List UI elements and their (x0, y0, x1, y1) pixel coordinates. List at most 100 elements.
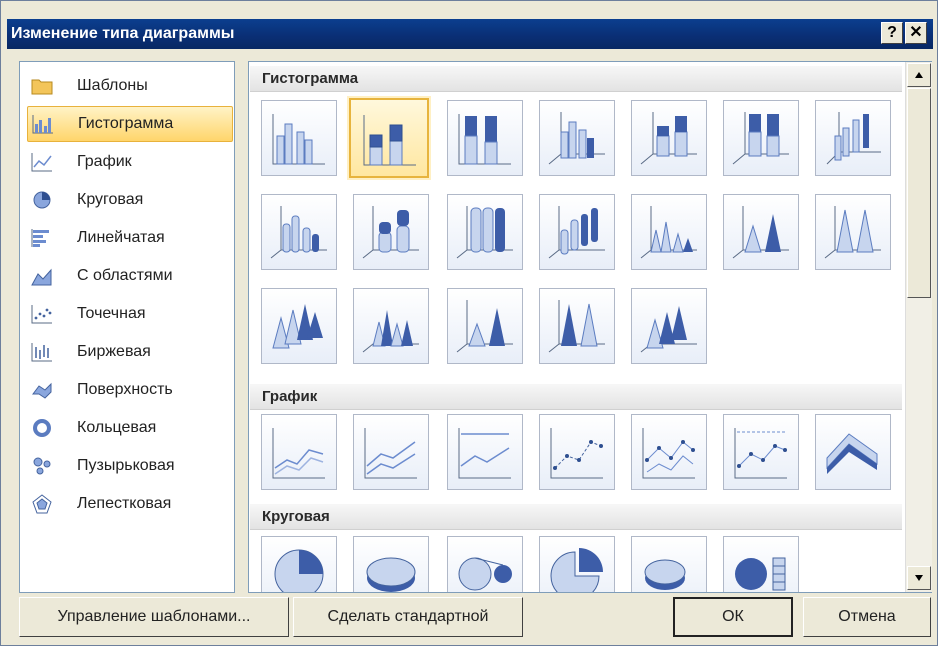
stacked-column-thumb[interactable] (349, 98, 429, 178)
stacked-cone-icon (732, 206, 789, 259)
percent-stacked-line-markers-thumb[interactable] (723, 414, 799, 490)
stacked-cone-thumb[interactable] (723, 194, 799, 270)
gallery-scrollbar[interactable] (905, 62, 932, 592)
3d-stacked-column-icon (640, 112, 697, 165)
category-label: Шаблоны (77, 77, 148, 94)
manage-templates-button[interactable]: Управление шаблонами... (19, 597, 289, 637)
category-bar[interactable]: Линейчатая (27, 220, 233, 256)
stacked-cylinder-thumb[interactable] (353, 194, 429, 270)
stacked-pyramid-thumb[interactable] (447, 288, 523, 364)
change-chart-type-dialog: Изменение типа диаграммы ? ✕ Шаблоны Гис… (0, 0, 938, 646)
clustered-pyramid-thumb[interactable] (353, 288, 429, 364)
line-markers-thumb[interactable] (539, 414, 615, 490)
percent-stacked-cylinder-icon (456, 206, 513, 259)
help-button[interactable]: ? (881, 22, 903, 44)
stacked-line-thumb[interactable] (353, 414, 429, 490)
3d-percent-stacked-column-thumb[interactable] (723, 100, 799, 176)
pie-thumb[interactable] (261, 536, 337, 592)
3d-pie-icon (366, 557, 416, 592)
3d-pyramid-thumb[interactable] (631, 288, 707, 364)
percent-stacked-column-thumb[interactable] (447, 100, 523, 176)
pie-icon (274, 549, 324, 592)
section-header-column: Гистограмма (250, 66, 902, 92)
percent-stacked-cone-thumb[interactable] (815, 194, 891, 270)
category-line[interactable]: График (27, 144, 233, 180)
category-label: Точечная (77, 305, 146, 322)
close-button[interactable]: ✕ (905, 22, 927, 44)
cancel-button[interactable]: Отмена (803, 597, 931, 637)
surface-chart-icon (31, 380, 53, 400)
category-label: Биржевая (77, 343, 151, 360)
scatter-chart-icon (31, 304, 53, 324)
category-templates[interactable]: Шаблоны (27, 68, 233, 104)
scroll-down-arrow-icon (915, 575, 923, 581)
category-scatter[interactable]: Точечная (27, 296, 233, 332)
exploded-pie-thumb[interactable] (539, 536, 615, 592)
exploded-3d-pie-thumb[interactable] (631, 536, 707, 592)
stacked-line-markers-thumb[interactable] (631, 414, 707, 490)
percent-stacked-line-thumb[interactable] (447, 414, 523, 490)
category-column[interactable]: Гистограмма (27, 106, 233, 142)
percent-stacked-column-icon (458, 114, 511, 165)
category-doughnut[interactable]: Кольцевая (27, 410, 233, 446)
percent-stacked-pyramid-thumb[interactable] (539, 288, 615, 364)
pie-of-pie-icon (458, 557, 512, 591)
category-radar[interactable]: Лепестковая (27, 486, 233, 522)
stock-chart-icon (31, 342, 53, 362)
folder-icon (31, 76, 53, 96)
stacked-pyramid-icon (456, 300, 513, 353)
3d-percent-stacked-column-icon (732, 112, 789, 165)
category-surface[interactable]: Поверхность (27, 372, 233, 408)
3d-cylinder-icon (548, 206, 605, 259)
category-label: Гистограмма (78, 115, 174, 132)
section-header-pie: Круговая (250, 504, 902, 530)
category-area[interactable]: С областями (27, 258, 233, 294)
section-header-line: График (250, 384, 902, 410)
percent-stacked-line-markers-icon (734, 428, 787, 479)
bar-chart-icon (31, 228, 53, 248)
stacked-line-icon (364, 428, 417, 479)
exploded-pie-icon (550, 548, 603, 592)
3d-line-thumb[interactable] (815, 414, 891, 490)
category-label: Кольцевая (77, 419, 157, 436)
category-bubble[interactable]: Пузырьковая (27, 448, 233, 484)
clustered-cylinder-icon (270, 206, 327, 259)
percent-stacked-line-icon (458, 428, 511, 479)
clustered-column-thumb[interactable] (261, 100, 337, 176)
radar-chart-icon (31, 494, 53, 514)
3d-clustered-column-thumb[interactable] (539, 100, 615, 176)
clustered-cylinder-thumb[interactable] (261, 194, 337, 270)
percent-stacked-pyramid-icon (548, 300, 605, 353)
ok-button[interactable]: ОК (673, 597, 793, 637)
chart-subtype-gallery: Гистограмма График Круговая (248, 61, 932, 593)
3d-cylinder-thumb[interactable] (539, 194, 615, 270)
category-label: Лепестковая (77, 495, 172, 512)
clustered-cone-thumb[interactable] (631, 194, 707, 270)
area-chart-icon (31, 266, 53, 286)
category-label: Поверхность (77, 381, 173, 398)
set-as-default-button[interactable]: Сделать стандартной (293, 597, 523, 637)
scroll-down-button[interactable] (907, 566, 931, 590)
bar-of-pie-thumb[interactable] (723, 536, 799, 592)
3d-cone-thumb[interactable] (261, 288, 337, 364)
3d-pyramid-icon (640, 306, 697, 353)
bubble-chart-icon (31, 456, 53, 476)
3d-pie-thumb[interactable] (353, 536, 429, 592)
stacked-line-markers-icon (642, 428, 695, 479)
3d-column-thumb[interactable] (815, 100, 891, 176)
category-stock[interactable]: Биржевая (27, 334, 233, 370)
doughnut-chart-icon (31, 418, 53, 438)
scroll-up-button[interactable] (907, 63, 931, 87)
line-thumb[interactable] (261, 414, 337, 490)
chart-category-list: Шаблоны Гистограмма График Круговая Лине… (19, 61, 235, 593)
percent-stacked-cone-icon (824, 206, 881, 259)
exploded-3d-pie-icon (644, 559, 686, 590)
percent-stacked-cylinder-thumb[interactable] (447, 194, 523, 270)
category-label: Пузырьковая (77, 457, 175, 474)
category-pie[interactable]: Круговая (27, 182, 233, 218)
scrollbar-thumb[interactable] (907, 88, 931, 298)
stacked-column-icon (363, 115, 416, 166)
pie-of-pie-thumb[interactable] (447, 536, 523, 592)
line-icon (272, 428, 325, 479)
3d-stacked-column-thumb[interactable] (631, 100, 707, 176)
